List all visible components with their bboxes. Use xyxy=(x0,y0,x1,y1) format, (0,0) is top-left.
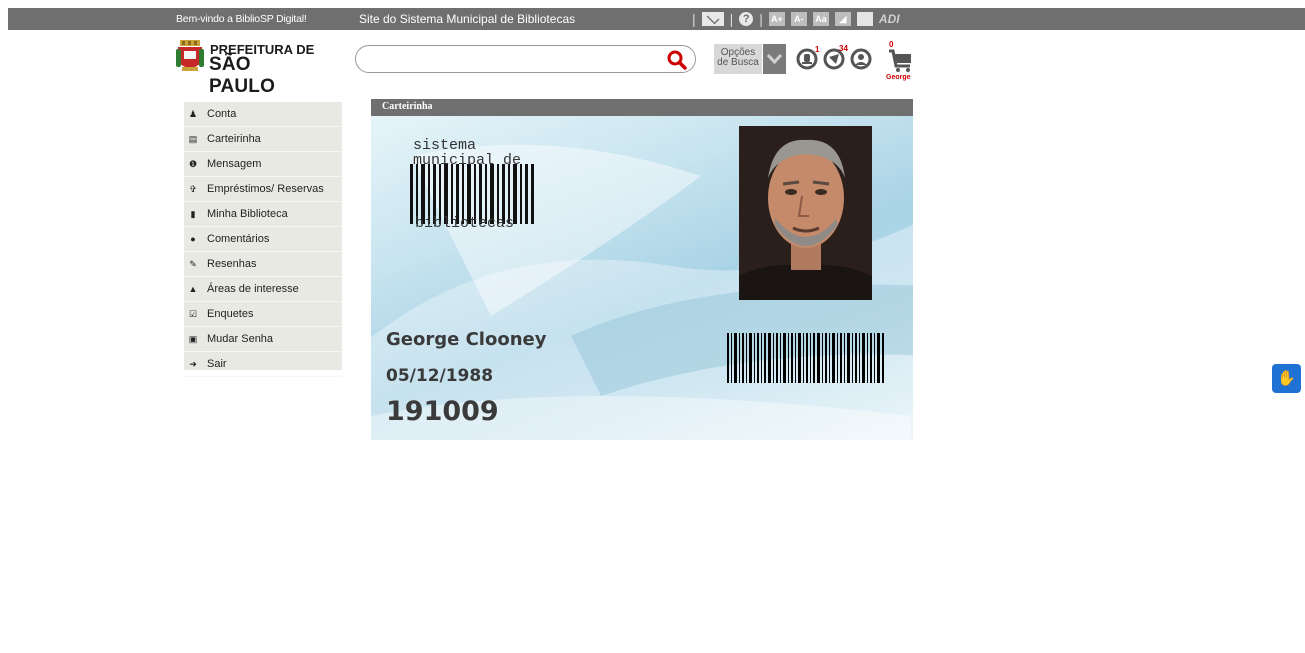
holder-birth-date: 05/12/1988 xyxy=(386,366,494,386)
lock-icon: ▣ xyxy=(188,333,198,344)
chevron-down-icon xyxy=(763,44,786,74)
user-account-icon[interactable] xyxy=(849,47,873,71)
adi-logo[interactable]: ADI xyxy=(879,12,900,26)
sidebar-item-emprestimos[interactable]: ✞ Empréstimos/ Reservas xyxy=(184,177,342,202)
search-options-label: Opções de Busca xyxy=(714,44,762,74)
comment-icon: ● xyxy=(190,234,196,244)
sidebar-item-minha-biblioteca[interactable]: ▮ Minha Biblioteca xyxy=(184,202,342,227)
book-icon: ▮ xyxy=(190,208,196,219)
divider: | xyxy=(759,11,763,27)
top-bar: Bem-vindo a BiblioSP Digital! Site do Si… xyxy=(8,8,1305,30)
sidebar-item-mensagem[interactable]: ❶ Mensagem xyxy=(184,152,342,177)
cart-user-name: George xyxy=(886,74,911,81)
holder-name: George Clooney xyxy=(386,329,547,350)
search-options-button[interactable]: Opções de Busca xyxy=(714,44,786,74)
sidebar-item-conta[interactable]: ♟ Conta xyxy=(184,102,342,127)
prefeitura-logo[interactable]: PREFEITURA DE SÃO PAULO xyxy=(176,40,316,97)
panel-title: Carteirinha xyxy=(382,101,433,112)
sidebar-item-comentarios[interactable]: ● Comentários xyxy=(184,227,342,252)
search-input[interactable] xyxy=(370,49,664,71)
font-decrease-button[interactable]: A- xyxy=(790,12,807,26)
search-icon[interactable] xyxy=(667,50,687,70)
sidebar-item-mudar-senha[interactable]: ▣ Mudar Senha xyxy=(184,327,342,352)
divider: | xyxy=(692,11,696,27)
cart-icon[interactable] xyxy=(886,46,914,74)
edit-icon: ☑ xyxy=(188,308,198,319)
pin-icon: ✞ xyxy=(189,183,197,194)
sidebar-item-enquetes[interactable]: ☑ Enquetes xyxy=(184,302,342,327)
font-increase-button[interactable]: A+ xyxy=(768,12,785,26)
card-barcode xyxy=(727,333,884,383)
contrast-toggle-icon[interactable] xyxy=(856,12,873,26)
info-icon: ❶ xyxy=(188,158,198,169)
logout-icon: ➜ xyxy=(189,358,197,369)
city-crest-icon xyxy=(176,40,204,71)
user-icon: ♟ xyxy=(188,108,198,119)
welcome-text: Bem-vindo a BiblioSP Digital! xyxy=(176,13,307,25)
sidebar-item-areas-de-interesse[interactable]: ▲ Áreas de interesse xyxy=(184,277,342,302)
library-card: sistema municipal de bibliotecas George … xyxy=(371,116,913,440)
search-box xyxy=(355,45,696,73)
sign-language-icon[interactable]: ✋ xyxy=(1272,364,1301,393)
sidebar-item-sair[interactable]: ➜ Sair xyxy=(184,352,342,377)
card-number: 191009 xyxy=(386,396,499,427)
thumbs-up-icon: ▲ xyxy=(188,284,198,294)
sidebar-item-resenhas[interactable]: ✎ Resenhas xyxy=(184,252,342,277)
cart-badge: 0 xyxy=(889,40,894,49)
account-sidebar: ♟ Conta ▤ Carteirinha ❶ Mensagem ✞ Empréstim… xyxy=(184,102,342,377)
holder-photo xyxy=(739,126,872,300)
pencil-icon: ✎ xyxy=(189,258,197,269)
accessibility-tools: | | ? | A+ A- Aa ◢ ADI xyxy=(692,10,900,28)
sistema-bibliotecas-logo: sistema municipal de bibliotecas xyxy=(410,138,534,231)
site-title: Site do Sistema Municipal de Bibliotecas xyxy=(359,12,576,26)
divider: | xyxy=(729,11,734,27)
font-reset-button[interactable]: Aa xyxy=(812,12,829,26)
mail-icon[interactable] xyxy=(701,12,724,26)
sidebar-item-carteirinha[interactable]: ▤ Carteirinha xyxy=(184,127,342,152)
alerts-badge: 1 xyxy=(815,45,820,54)
contrast-icon[interactable]: ◢ xyxy=(834,12,851,26)
logo-line2: SÃO PAULO xyxy=(209,54,276,97)
panel-header: Carteirinha xyxy=(371,99,913,116)
card-icon: ▤ xyxy=(188,133,198,144)
help-icon[interactable]: ? xyxy=(739,12,754,26)
messages-badge: 34 xyxy=(839,44,848,53)
